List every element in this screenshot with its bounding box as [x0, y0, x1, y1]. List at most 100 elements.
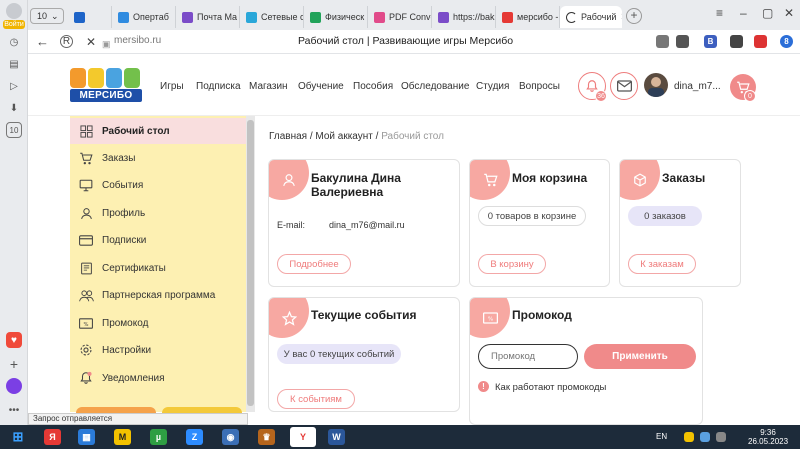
sidebar-item-orders[interactable]: Заказы: [70, 145, 246, 171]
extension-b-icon[interactable]: B: [704, 35, 717, 48]
language-indicator[interactable]: EN: [656, 432, 667, 441]
menu-shop[interactable]: Магазин: [249, 81, 288, 92]
collections-icon[interactable]: ▤: [6, 56, 22, 72]
sidebar-item-profile[interactable]: Профиль: [70, 200, 246, 226]
menu-subscription[interactable]: Подписка: [196, 81, 241, 92]
downloads-icon[interactable]: ⬇: [6, 100, 22, 116]
tab-5[interactable]: Физическ: [304, 6, 368, 28]
browser-sidebar: Войти ◷ ▤ ▷ ⬇ 10 ♥ + •••: [0, 0, 28, 425]
new-tab-button[interactable]: +: [626, 8, 642, 24]
history-icon[interactable]: ◷: [6, 34, 22, 50]
downloads-badge-icon[interactable]: 8: [780, 35, 793, 48]
word-taskbar-icon[interactable]: W: [328, 429, 345, 445]
orders-title: Заказы: [662, 171, 706, 185]
zen-icon[interactable]: ♥: [6, 332, 22, 348]
check-icon: [310, 11, 321, 23]
basket-title: Моя корзина: [512, 171, 588, 185]
profile-details-button[interactable]: Подробнее: [277, 254, 351, 274]
sidebar-item-label: Профиль: [102, 207, 146, 219]
menu-icon[interactable]: ≡: [716, 6, 723, 20]
bookmark-page-icon[interactable]: [676, 35, 689, 48]
network-tray-icon[interactable]: [700, 432, 710, 442]
events-card: Текущие события У вас 0 текущих событий …: [268, 297, 460, 412]
info-icon: !: [478, 381, 489, 392]
yandex-icon: [502, 11, 513, 23]
minimize-icon[interactable]: –: [740, 6, 747, 20]
url-text[interactable]: mersibo.ru: [114, 35, 161, 46]
cart-button[interactable]: 0: [730, 74, 756, 102]
tab-4[interactable]: Сетевые с: [240, 6, 304, 28]
login-button[interactable]: Войти: [3, 3, 25, 29]
messages-button[interactable]: [610, 72, 638, 100]
tabs-count-icon[interactable]: 10: [6, 122, 22, 138]
go-to-events-button[interactable]: К событиям: [277, 389, 355, 409]
sidebar-item-desktop[interactable]: Рабочий стол: [70, 118, 246, 144]
sidebar-item-partners[interactable]: Партнерская программа: [70, 282, 246, 308]
market-taskbar-icon[interactable]: M: [114, 429, 131, 445]
utorrent-taskbar-icon[interactable]: µ: [150, 429, 167, 445]
tab-8[interactable]: мерсибо -: [496, 6, 560, 28]
scrollbar-thumb[interactable]: [247, 120, 254, 406]
go-to-orders-button[interactable]: К заказам: [628, 254, 696, 274]
more-icon[interactable]: •••: [6, 402, 22, 418]
tabs-counter[interactable]: 10 ⌄: [30, 8, 64, 24]
menu-studio[interactable]: Студия: [476, 81, 509, 92]
cart-icon: [483, 173, 498, 187]
tab-2[interactable]: Опертаб: [112, 6, 176, 28]
video-icon[interactable]: ▷: [6, 78, 22, 94]
notifications-badge: 36: [595, 90, 607, 102]
extension-red-icon[interactable]: [754, 35, 767, 48]
menu-assessment[interactable]: Обследование: [401, 81, 469, 92]
yandex-taskbar-icon[interactable]: Я: [44, 429, 61, 445]
menu-manuals[interactable]: Пособия: [353, 81, 393, 92]
system-clock[interactable]: 9:36 26.05.2023: [748, 428, 788, 446]
back-icon[interactable]: ←: [36, 34, 49, 50]
user-avatar[interactable]: [644, 73, 668, 97]
menu-questions[interactable]: Вопросы: [519, 81, 560, 92]
tray-icon[interactable]: [684, 432, 694, 442]
sidebar-scrollbar[interactable]: [246, 116, 255, 412]
windows-start-icon[interactable]: ⊞: [8, 429, 28, 445]
tab-7[interactable]: https://bak: [432, 6, 496, 28]
mersibo-logo[interactable]: МЕРСИБО: [70, 68, 142, 104]
sidebar-item-certificates[interactable]: Сертификаты: [70, 255, 246, 281]
protect-icon[interactable]: R: [60, 35, 73, 48]
volume-tray-icon[interactable]: [716, 432, 726, 442]
tab-6[interactable]: PDF Conve: [368, 6, 432, 28]
sidebar-item-subscriptions[interactable]: Подписки: [70, 227, 246, 253]
menu-learning[interactable]: Обучение: [298, 81, 344, 92]
user-name[interactable]: dina_m7...: [674, 81, 721, 92]
breadcrumb-account[interactable]: Мой аккаунт: [315, 131, 372, 142]
stop-icon[interactable]: ✕: [86, 34, 96, 50]
go-to-basket-button[interactable]: В корзину: [478, 254, 546, 274]
clock-date: 26.05.2023: [748, 437, 789, 446]
alice-icon[interactable]: [6, 378, 22, 394]
tab-3[interactable]: Почта Ma: [176, 6, 240, 28]
menu-games[interactable]: Игры: [160, 81, 184, 92]
zoom-taskbar-icon[interactable]: Z: [186, 429, 203, 445]
game-taskbar-icon[interactable]: ♛: [258, 429, 275, 445]
sidebar-item-settings[interactable]: Настройки: [70, 337, 246, 363]
sidebar-item-events[interactable]: События: [70, 172, 246, 198]
tab-1[interactable]: [68, 6, 112, 28]
promo-help-link[interactable]: Как работают промокоды: [495, 382, 606, 393]
promo-card: % Промокод Применить ! Как работают пром…: [469, 297, 703, 425]
status-text: Запрос отправляется: [28, 413, 248, 425]
maximize-icon[interactable]: ▢: [762, 6, 773, 20]
breadcrumb-home[interactable]: Главная: [269, 131, 307, 142]
extension-puzzle-icon[interactable]: [730, 35, 743, 48]
apply-promo-button[interactable]: Применить: [584, 344, 696, 369]
yandex-browser-taskbar-icon[interactable]: Y: [290, 427, 316, 447]
sidebar-item-promo[interactable]: % Промокод: [70, 310, 246, 336]
close-icon[interactable]: ✕: [620, 12, 622, 23]
eye-taskbar-icon[interactable]: ◉: [222, 429, 239, 445]
reader-icon[interactable]: [656, 35, 669, 48]
add-panel-icon[interactable]: +: [6, 356, 22, 372]
promo-code-input[interactable]: [478, 344, 578, 369]
tab-active[interactable]: Рабочий ✕: [560, 6, 622, 28]
sidebar-item-notifications[interactable]: Уведомления: [70, 365, 246, 391]
notifications-button[interactable]: 36: [578, 72, 607, 102]
media-taskbar-icon[interactable]: ▦: [78, 429, 95, 445]
window-close-icon[interactable]: ✕: [784, 6, 794, 20]
pdf-icon: [374, 11, 385, 23]
